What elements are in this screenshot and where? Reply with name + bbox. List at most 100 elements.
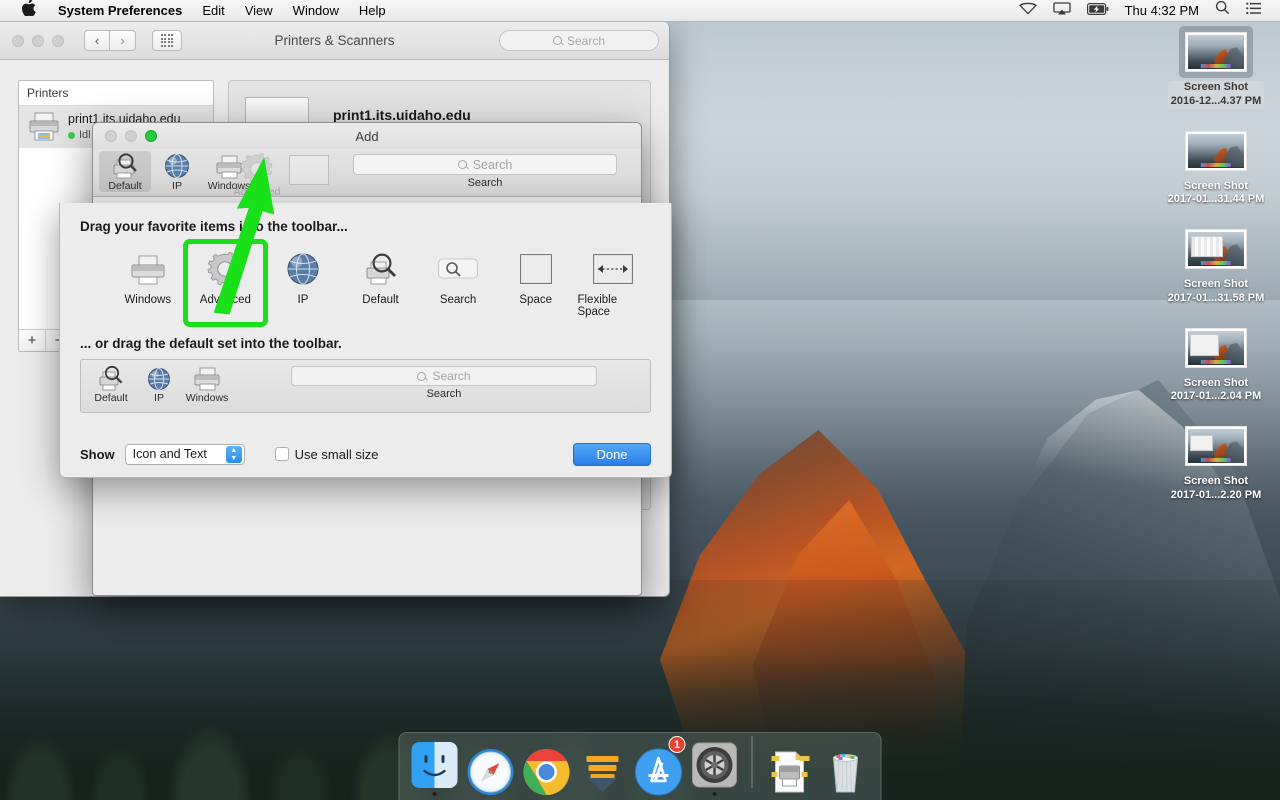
dock-item-system-preferences[interactable] xyxy=(690,738,740,796)
default-toolbar-set[interactable]: Default IP Windows Search Search xyxy=(80,359,651,413)
default-printer-browser-icon xyxy=(97,365,125,391)
back-button[interactable]: ‹ xyxy=(84,30,110,51)
desktop-icon-label-line1: Screen Shot xyxy=(1183,376,1249,389)
system-preferences-icon xyxy=(691,741,739,789)
toolbar-item-windows[interactable]: Windows xyxy=(203,151,255,192)
screenshot-thumbnail xyxy=(1185,426,1247,466)
customize-sheet-body: Drag your favorite items into the toolba… xyxy=(60,203,671,413)
default-printer-browser-icon xyxy=(110,153,140,179)
desktop-icon-screenshot-1[interactable]: Screen Shot 2016-12...4.37 PM xyxy=(1160,26,1272,109)
customize-palette: Windows Advanced IP Default Search Space… xyxy=(80,239,651,332)
zoom-button[interactable] xyxy=(52,34,64,47)
menu-bar: System Preferences Edit View Window Help… xyxy=(0,0,1280,22)
search-field-icon xyxy=(438,250,478,288)
palette-item-flexible-space-label: Flexible Space xyxy=(577,294,618,318)
menu-bar-clock[interactable]: Thu 4:32 PM xyxy=(1117,0,1207,22)
trash-icon xyxy=(822,748,870,796)
done-button[interactable]: Done xyxy=(573,442,651,466)
desktop-icon-screenshot-4[interactable]: Screen Shot 2017-01...2.04 PM xyxy=(1160,322,1272,405)
desktop-icon-label: Screen Shot 2017-01...2.20 PM xyxy=(1171,475,1262,503)
default-set-item-ip: IP xyxy=(135,363,183,404)
windows-printer-icon xyxy=(129,250,167,288)
menu-item-system-preferences[interactable]: System Preferences xyxy=(48,0,192,22)
add-printer-button[interactable]: + xyxy=(19,330,46,351)
palette-item-advanced[interactable]: Advanced xyxy=(182,239,269,327)
menu-bar-left: System Preferences Edit View Window Help xyxy=(0,0,396,23)
dock-item-trash[interactable] xyxy=(821,738,871,796)
default-set-item-ip-label: IP xyxy=(154,392,164,404)
desktop-icon-screenshot-3[interactable]: Screen Shot 2017-01...31.58 PM xyxy=(1160,223,1272,306)
palette-item-search[interactable]: Search xyxy=(420,244,496,322)
menu-item-view[interactable]: View xyxy=(235,0,283,22)
toolbar-item-ip[interactable]: IP xyxy=(151,151,203,192)
palette-item-space[interactable]: Space xyxy=(498,244,574,322)
use-small-size-row[interactable]: Use small size xyxy=(274,447,378,462)
menu-item-window[interactable]: Window xyxy=(283,0,349,22)
menu-item-edit[interactable]: Edit xyxy=(192,0,234,22)
dock-item-finder[interactable] xyxy=(410,738,460,796)
ip-globe-icon xyxy=(286,250,320,288)
palette-item-space-label: Space xyxy=(519,294,552,306)
notification-center-icon[interactable] xyxy=(1238,0,1270,22)
toolbar-search-field[interactable]: Search xyxy=(353,154,617,175)
dock-item-safari[interactable] xyxy=(466,738,516,796)
desktop-icon-label-line1: Screen Shot xyxy=(1183,81,1249,93)
dock-item-app-store[interactable]: 1 xyxy=(634,736,686,796)
preferences-search-field[interactable]: Search xyxy=(499,30,659,51)
printer-icon xyxy=(27,112,61,142)
default-printer-browser-icon xyxy=(362,250,400,288)
palette-item-ip[interactable]: IP xyxy=(265,244,341,322)
dock-item-downloads-app[interactable] xyxy=(578,738,628,796)
desktop-icon-label-line1: Screen Shot xyxy=(1183,179,1249,192)
close-button[interactable] xyxy=(12,34,24,47)
desktop-icon-label-line1: Screen Shot xyxy=(1183,278,1249,290)
printer-status-label: Idl xyxy=(79,128,91,141)
customize-sheet-footer: Show Icon and Text ▲ ▼ Use small size Don… xyxy=(60,431,671,477)
search-placeholder: Search xyxy=(566,33,606,48)
customize-toolbar-sheet: Drag your favorite items into the toolba… xyxy=(59,203,672,478)
palette-item-windows-label: Windows xyxy=(124,294,172,306)
palette-item-flexible-space[interactable]: Flexible Space xyxy=(575,244,651,322)
traffic-lights xyxy=(0,34,64,47)
desktop-icon-label: Screen Shot 2017-01...31.58 PM xyxy=(1168,278,1265,306)
desktop-icon-screenshot-5[interactable]: Screen Shot 2017-01...2.20 PM xyxy=(1160,420,1272,503)
desktop-icon-label-line2: 2017-01...2.04 PM xyxy=(1170,390,1262,403)
wifi-icon[interactable] xyxy=(1011,0,1045,22)
dock-running-indicator xyxy=(712,792,717,796)
menu-bar-status-area: Thu 4:32 PM xyxy=(1011,0,1280,22)
desktop-icon-screenshot-2[interactable]: Screen Shot 2017-01...31.44 PM xyxy=(1160,125,1272,208)
battery-charging-icon[interactable] xyxy=(1079,0,1117,22)
search-icon xyxy=(417,371,427,381)
spotlight-search-icon[interactable] xyxy=(1207,0,1238,22)
dock-item-chrome[interactable] xyxy=(522,738,572,796)
default-set-item-windows: Windows xyxy=(183,363,231,404)
chevron-updown-icon: ▲▼ xyxy=(225,445,242,463)
dock-item-printer-documents[interactable] xyxy=(765,738,815,796)
search-icon xyxy=(457,160,467,169)
screenshot-thumbnail xyxy=(1185,229,1247,269)
show-mode-popup[interactable]: Icon and Text ▲ ▼ xyxy=(124,443,245,465)
airplay-icon[interactable] xyxy=(1045,0,1079,22)
desktop-icon-thumbnail-wrap xyxy=(1179,125,1253,177)
use-small-size-checkbox[interactable] xyxy=(274,447,289,461)
forward-button[interactable]: › xyxy=(110,30,136,51)
windows-printer-icon xyxy=(192,365,222,391)
menu-item-help[interactable]: Help xyxy=(349,0,396,22)
desktop-icon-label: Screen Shot 2016-12...4.37 PM xyxy=(1167,81,1265,109)
advanced-gear-icon xyxy=(207,250,243,288)
finder-icon xyxy=(411,741,459,789)
minimize-button[interactable] xyxy=(32,34,44,47)
palette-item-default[interactable]: Default xyxy=(343,244,419,322)
apple-menu[interactable] xyxy=(11,0,48,23)
palette-item-search-label: Search xyxy=(439,294,477,306)
screenshot-thumbnail xyxy=(1185,130,1247,171)
app-store-badge: 1 xyxy=(668,736,686,753)
show-all-button[interactable] xyxy=(152,30,182,51)
toolbar-item-default[interactable]: Default xyxy=(99,151,151,192)
palette-item-windows[interactable]: Windows xyxy=(110,244,186,322)
show-all-grid-icon xyxy=(160,34,174,47)
windows-printer-icon xyxy=(214,153,244,179)
default-set-search-placeholder: Search xyxy=(432,369,471,383)
desktop-icon-thumbnail-wrap xyxy=(1179,420,1253,472)
add-window-toolbar: Default IP Windows Search Search xyxy=(93,149,641,197)
